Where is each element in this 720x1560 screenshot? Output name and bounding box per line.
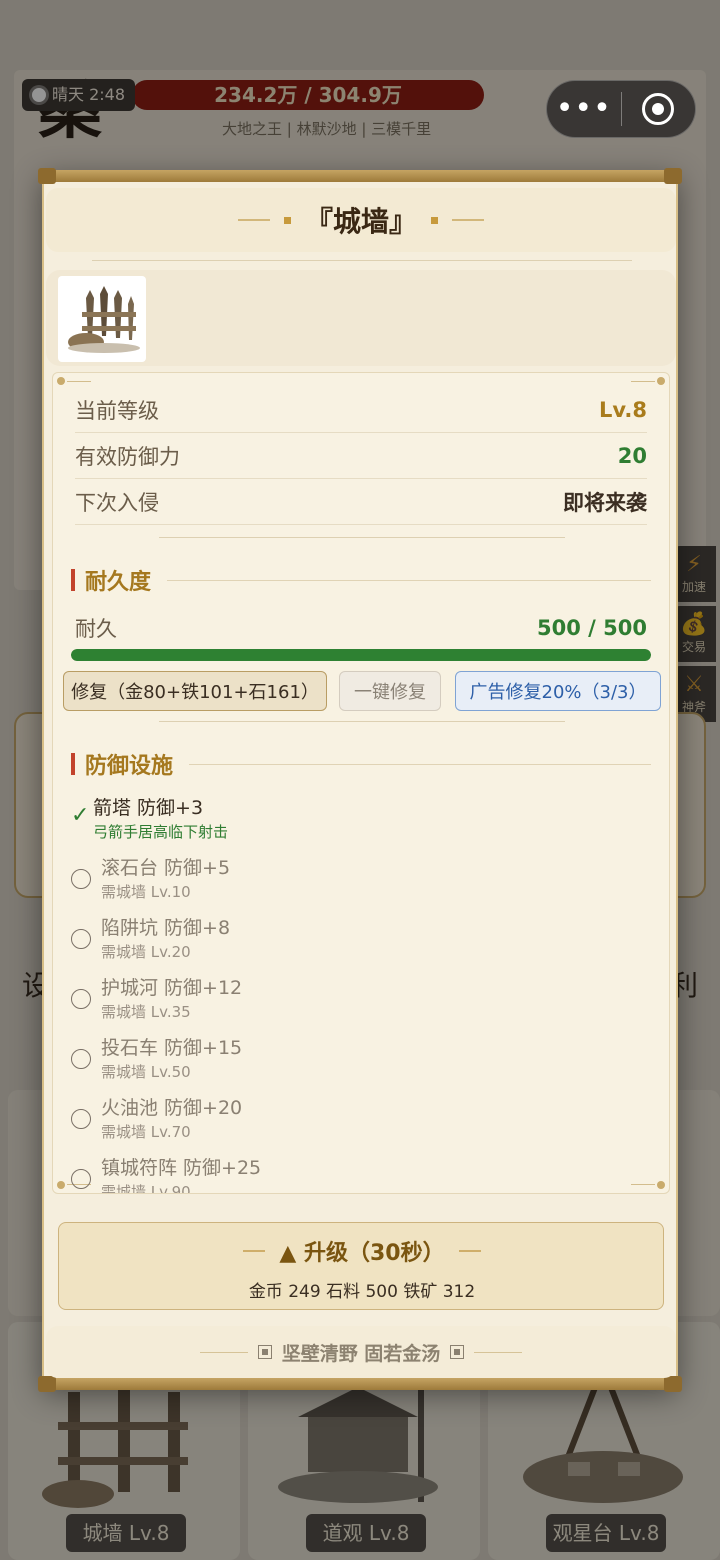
- radio-circle-icon: [71, 929, 91, 949]
- stat-label: 当前等级: [75, 398, 159, 423]
- stat-value: Lv.8: [599, 397, 647, 422]
- defense-item-talisman-array[interactable]: 镇城符阵 防御+25 需城墙 Lv.90: [71, 1153, 631, 1194]
- defense-section-header: 防御设施: [71, 749, 651, 779]
- footer-motto: 坚壁清野 固若金汤: [281, 1342, 441, 1365]
- modal-footer: 坚壁清野 固若金汤: [46, 1326, 676, 1378]
- radio-circle-icon: [71, 1169, 91, 1189]
- durability-label: 耐久: [75, 617, 117, 641]
- stat-defense: 有效防御力 20: [75, 433, 647, 479]
- building-thumbnail: [58, 276, 146, 362]
- building-detail-modal: 『城墙』 当前等级 Lv.8 有效防御力 20 下次入侵 即将来袭 耐久度 耐久…: [38, 168, 682, 1392]
- diamond-icon: [431, 216, 438, 224]
- durability-section-header: 耐久度: [71, 565, 651, 595]
- defense-item-rolling-stone[interactable]: 滚石台 防御+5 需城墙 Lv.10: [71, 853, 631, 909]
- building-image-row: [46, 270, 676, 366]
- radio-circle-icon: [71, 869, 91, 889]
- defense-item-requirement: 需城墙 Lv.35: [101, 1003, 191, 1021]
- defense-item-requirement: 需城墙 Lv.50: [101, 1063, 191, 1081]
- radio-circle-icon: [71, 1109, 91, 1129]
- scroll-rod-top: [38, 168, 682, 184]
- target-icon: [642, 93, 675, 125]
- more-icon[interactable]: •••: [547, 94, 621, 124]
- miniprogram-capsule: •••: [546, 80, 696, 138]
- durability-progress-bar: [71, 649, 651, 661]
- one-click-repair-button[interactable]: 一键修复: [339, 671, 441, 711]
- defense-item-name: 投石车 防御+15: [101, 1037, 243, 1059]
- defense-item-name: 箭塔 防御+3: [93, 797, 204, 819]
- defense-item-moat[interactable]: 护城河 防御+12 需城墙 Lv.35: [71, 973, 631, 1029]
- defense-item-arrow-tower[interactable]: ✓ 箭塔 防御+3 弓箭手居高临下射击: [71, 793, 631, 849]
- stat-next-invasion: 下次入侵 即将来袭: [75, 479, 647, 525]
- defense-item-catapult[interactable]: 投石车 防御+15 需城墙 Lv.50: [71, 1033, 631, 1089]
- upgrade-label: ▲ 升级（30秒）: [279, 1241, 445, 1266]
- stat-value: 即将来袭: [563, 490, 647, 515]
- radio-circle-icon: [71, 1049, 91, 1069]
- section-title: 耐久度: [85, 570, 152, 595]
- diamond-icon: [283, 216, 291, 224]
- defense-item-requirement: 需城墙 Lv.90: [101, 1183, 191, 1194]
- header-divider: [92, 260, 632, 261]
- radio-circle-icon: [71, 989, 91, 1009]
- square-ornament-icon: [450, 1345, 465, 1359]
- wall-fence-icon: [68, 286, 140, 353]
- defense-item-requirement: 需城墙 Lv.70: [101, 1123, 191, 1141]
- repair-button[interactable]: 修复（金80+铁101+石161）: [63, 671, 327, 711]
- stat-label: 有效防御力: [75, 444, 180, 469]
- defense-item-name: 滚石台 防御+5: [101, 857, 231, 879]
- defense-item-trap-pit[interactable]: 陷阱坑 防御+8 需城墙 Lv.20: [71, 913, 631, 969]
- defense-item-name: 火油池 防御+20: [101, 1097, 243, 1119]
- stat-current-level: 当前等级 Lv.8: [75, 387, 647, 433]
- defense-item-oil-pool[interactable]: 火油池 防御+20 需城墙 Lv.70: [71, 1093, 631, 1149]
- detail-panel[interactable]: 当前等级 Lv.8 有效防御力 20 下次入侵 即将来袭 耐久度 耐久 500 …: [52, 372, 670, 1194]
- upgrade-cost: 金币 249 石料 500 铁矿 312: [248, 1282, 476, 1302]
- square-ornament-icon: [257, 1345, 272, 1359]
- durability-row: 耐久 500 / 500: [75, 611, 647, 645]
- close-miniprogram-button[interactable]: [622, 93, 696, 125]
- stat-label: 下次入侵: [75, 490, 159, 515]
- defense-item-requirement: 需城墙 Lv.20: [101, 943, 191, 961]
- scroll-rod-bottom: [38, 1376, 682, 1392]
- checkmark-icon: ✓: [71, 803, 90, 828]
- defense-item-desc: 弓箭手居高临下射击: [93, 823, 229, 841]
- ad-repair-button[interactable]: 广告修复20%（3/3）: [455, 671, 661, 711]
- modal-title: 『城墙』: [304, 205, 417, 238]
- durability-progress-fill: [71, 649, 651, 661]
- upgrade-button[interactable]: ▲ 升级（30秒） 金币 249 石料 500 铁矿 312: [58, 1222, 664, 1310]
- stat-value: 20: [617, 443, 647, 468]
- modal-header: 『城墙』: [46, 188, 676, 252]
- defense-item-name: 护城河 防御+12: [101, 977, 243, 999]
- defense-item-requirement: 需城墙 Lv.10: [101, 883, 191, 901]
- section-title: 防御设施: [85, 754, 174, 779]
- defense-item-name: 镇城符阵 防御+25: [101, 1157, 262, 1179]
- defense-item-name: 陷阱坑 防御+8: [101, 917, 231, 939]
- durability-value: 500 / 500: [537, 616, 647, 640]
